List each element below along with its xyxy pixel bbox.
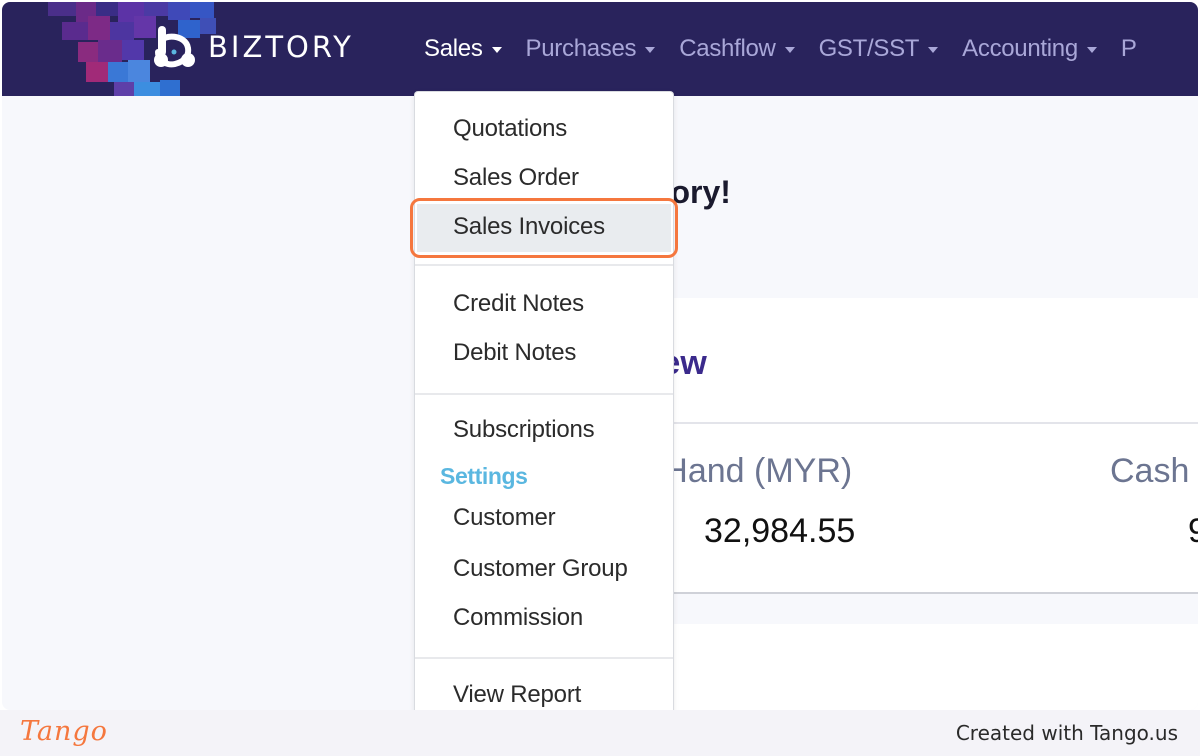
brand-logo[interactable]: BIZTORY — [152, 22, 354, 72]
nav-item-accounting[interactable]: Accounting — [962, 35, 1097, 63]
brand-name: BIZTORY — [208, 30, 354, 64]
menu-divider — [415, 657, 673, 659]
nav-label: GST/SST — [818, 35, 920, 62]
caret-down-icon — [1086, 47, 1097, 53]
menu-item-subscriptions[interactable]: Subscriptions — [453, 415, 595, 445]
menu-divider — [415, 264, 673, 266]
menu-item-quotations[interactable]: Quotations — [453, 114, 567, 144]
cash-in-hand-value: 32,984.55 — [704, 512, 856, 550]
tango-logo: Tango — [20, 716, 108, 747]
cash-stat-label: Cash — [1110, 452, 1190, 490]
caret-down-icon — [928, 47, 939, 53]
menu-item-customer[interactable]: Customer — [453, 503, 556, 533]
biztory-logo-icon — [154, 26, 195, 68]
caret-down-icon — [645, 47, 656, 53]
nav-item-truncated[interactable]: P — [1121, 35, 1137, 63]
nav-item-purchases[interactable]: Purchases — [526, 35, 656, 63]
nav-label: Sales — [424, 35, 483, 62]
menu-section-settings: Settings — [440, 463, 528, 489]
caret-down-icon — [491, 47, 502, 53]
nav-item-sales[interactable]: Sales — [424, 35, 502, 63]
menu-item-sales-order[interactable]: Sales Order — [453, 163, 579, 193]
menu-item-commission[interactable]: Commission — [453, 603, 583, 633]
tango-footer: Tango Created with Tango.us — [0, 710, 1200, 756]
nav-label: Purchases — [525, 35, 637, 62]
top-navbar: BIZTORY Sales Purchases Cashflow GST/SST… — [2, 2, 1198, 96]
footer-credit: Created with Tango.us — [955, 721, 1178, 745]
nav-item-cashflow[interactable]: Cashflow — [679, 35, 795, 63]
nav-label: P — [1120, 35, 1137, 62]
menu-item-view-report[interactable]: View Report — [453, 680, 581, 710]
menu-item-customer-group[interactable]: Customer Group — [453, 554, 628, 584]
menu-divider — [415, 393, 673, 395]
menu-item-credit-notes[interactable]: Credit Notes — [453, 289, 584, 319]
sales-dropdown-menu: Quotations Sales Order Sales Invoices Cr… — [414, 91, 674, 710]
menu-item-sales-invoices[interactable]: Sales Invoices — [453, 212, 605, 242]
nav-label: Cashflow — [679, 35, 776, 62]
main-nav: Sales Purchases Cashflow GST/SST Account… — [424, 2, 1161, 96]
menu-item-debit-notes[interactable]: Debit Notes — [453, 338, 576, 368]
app-window: BIZTORY Sales Purchases Cashflow GST/SST… — [2, 2, 1198, 710]
cash-stat-value: 9 — [1188, 512, 1198, 550]
caret-down-icon — [784, 47, 795, 53]
nav-item-gst-sst[interactable]: GST/SST — [819, 35, 939, 63]
nav-label: Accounting — [962, 35, 1078, 62]
